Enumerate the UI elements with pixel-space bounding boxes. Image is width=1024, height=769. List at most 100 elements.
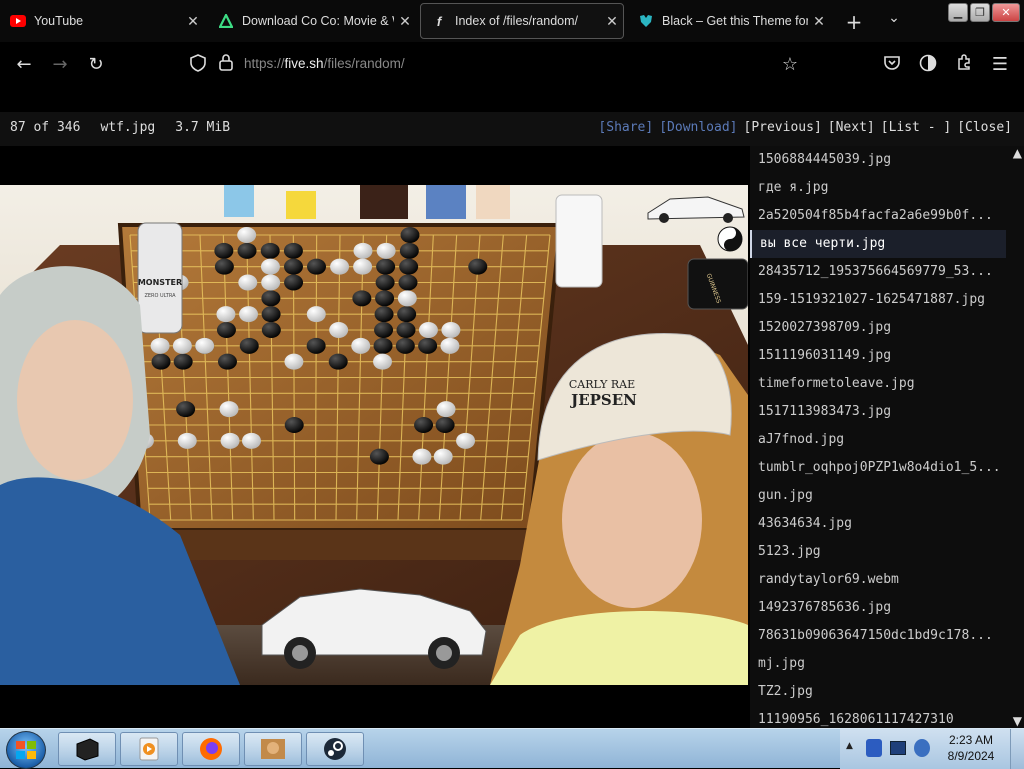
- close-button[interactable]: [Close]: [957, 120, 1012, 135]
- reload-icon[interactable]: ↻: [84, 54, 108, 76]
- go-stone: [397, 290, 417, 307]
- svg-text:MONSTER: MONSTER: [138, 278, 182, 287]
- file-list-item[interactable]: mj.jpg: [750, 650, 1008, 678]
- chevron-down-icon[interactable]: ⌄: [882, 10, 906, 26]
- file-list-item[interactable]: 1492376785636.jpg: [750, 594, 1008, 622]
- url-bar[interactable]: https://five.sh/files/random/: [244, 56, 405, 71]
- taskbar-app-box[interactable]: [244, 732, 302, 766]
- go-stone: [396, 322, 416, 338]
- tab-youtube[interactable]: YouTube ✕: [0, 3, 204, 39]
- go-stone: [375, 274, 395, 291]
- go-stone: [260, 242, 280, 259]
- taskbar-app-media[interactable]: [120, 732, 178, 766]
- file-list-item[interactable]: TZ2.jpg: [750, 678, 1008, 706]
- network-icon[interactable]: [914, 739, 930, 757]
- file-list-item[interactable]: 78631b09063647150dc1bd9c178...: [750, 622, 1008, 650]
- file-list-item[interactable]: 1506884445039.jpg: [750, 146, 1008, 174]
- go-stone: [376, 242, 396, 259]
- file-list-item[interactable]: tumblr_oqhpoj0PZP1w8o4dio1_5...: [750, 454, 1008, 482]
- close-icon[interactable]: ✕: [808, 13, 830, 30]
- tab-black-theme[interactable]: Black – Get this Theme for 🦊 ✕: [628, 3, 830, 39]
- file-list-item[interactable]: 1520027398709.jpg: [750, 314, 1008, 342]
- file-list-item[interactable]: вы все черти.jpg: [750, 230, 1006, 258]
- go-stone: [214, 242, 234, 259]
- go-stone: [219, 401, 239, 418]
- back-arrow-icon[interactable]: ←: [12, 54, 36, 76]
- new-tab-button[interactable]: +: [842, 10, 866, 34]
- go-stone: [468, 258, 488, 275]
- go-stone: [306, 337, 326, 354]
- go-stone: [238, 274, 258, 291]
- file-list-item[interactable]: timeformetoleave.jpg: [750, 370, 1008, 398]
- extensions-icon[interactable]: [952, 54, 976, 76]
- tab-title: Index of /files/random/: [455, 14, 578, 28]
- close-icon[interactable]: ✕: [601, 13, 623, 30]
- tray-expand-icon[interactable]: ▲: [846, 741, 853, 751]
- file-list-item[interactable]: gun.jpg: [750, 482, 1008, 510]
- menu-icon[interactable]: ☰: [988, 54, 1012, 76]
- dark-reader-icon[interactable]: [916, 54, 940, 76]
- forward-arrow-icon[interactable]: →: [48, 54, 72, 76]
- file-list-item[interactable]: 2a520504f85b4facfa2a6e99b0f...: [750, 202, 1008, 230]
- lock-icon[interactable]: [214, 54, 238, 76]
- clock[interactable]: 2:23 AM 8/9/2024: [935, 732, 1007, 764]
- go-stone: [373, 337, 393, 354]
- go-stone: [374, 306, 394, 323]
- file-list-item[interactable]: 1517113983473.jpg: [750, 398, 1008, 426]
- file-list-item[interactable]: aJ7fnod.jpg: [750, 426, 1008, 454]
- file-name: wtf.jpg: [100, 120, 156, 135]
- go-stone: [172, 337, 192, 354]
- file-list-item[interactable]: 5123.jpg: [750, 538, 1008, 566]
- taskbar-app-cube[interactable]: [58, 732, 116, 766]
- viewer-image[interactable]: MONSTER ZERO ULTRA GUINNESS CARLY RAE JE…: [0, 185, 748, 685]
- tab-bar: YouTube ✕ Download Co Co: Movie & W ✕ f …: [0, 0, 1024, 42]
- minimize-button[interactable]: ▁: [948, 3, 968, 22]
- show-desktop-button[interactable]: [1010, 729, 1024, 769]
- tab-index-files[interactable]: f Index of /files/random/ ✕: [420, 3, 624, 39]
- go-stone: [353, 258, 373, 275]
- go-stone: [328, 353, 348, 370]
- pocket-icon[interactable]: [880, 54, 904, 76]
- viewer-header: 87 of 346 wtf.jpg 3.7 MiB [Share] [Downl…: [0, 112, 1024, 146]
- scroll-down-icon[interactable]: ▼: [1013, 714, 1022, 728]
- svg-text:JEPSEN: JEPSEN: [569, 391, 637, 409]
- file-list: 1506884445039.jpg где я.jpg 2a520504f85b4f…: [750, 146, 1024, 728]
- download-link[interactable]: [Download]: [659, 120, 737, 135]
- close-icon[interactable]: ✕: [182, 13, 204, 30]
- start-button[interactable]: [6, 731, 46, 769]
- windows-logo-icon: [16, 741, 36, 759]
- go-stone: [239, 306, 259, 323]
- bookmark-star-icon[interactable]: ☆: [778, 54, 802, 76]
- go-stone: [177, 432, 197, 449]
- monitor-icon[interactable]: [890, 741, 906, 755]
- file-list-item[interactable]: 1511196031149.jpg: [750, 342, 1008, 370]
- taskbar-app-steam[interactable]: [306, 732, 364, 766]
- file-list-item[interactable]: 159-1519321027-1625471887.jpg: [750, 286, 1008, 314]
- close-icon[interactable]: ✕: [394, 13, 416, 30]
- tab-download-coco[interactable]: Download Co Co: Movie & W ✕: [208, 3, 416, 39]
- go-stone: [261, 306, 281, 323]
- file-size: 3.7 MiB: [175, 120, 231, 135]
- monster-can: MONSTER ZERO ULTRA: [137, 222, 183, 334]
- file-list-item[interactable]: 28435712_195375664569779_53...: [750, 258, 1008, 286]
- shield-icon[interactable]: [186, 54, 210, 76]
- go-stone: [307, 258, 327, 275]
- go-stone: [217, 353, 237, 370]
- next-button[interactable]: [Next]: [828, 120, 875, 135]
- tray-app-icon[interactable]: [866, 739, 882, 757]
- youtube-icon: [10, 13, 26, 29]
- go-stone: [195, 337, 215, 354]
- share-link[interactable]: [Share]: [598, 120, 653, 135]
- file-list-item[interactable]: 43634634.jpg: [750, 510, 1008, 538]
- close-window-button[interactable]: ✕: [992, 3, 1020, 22]
- file-list-item[interactable]: randytaylor69.webm: [750, 566, 1008, 594]
- maximize-button[interactable]: ❐: [970, 3, 990, 22]
- scroll-up-icon[interactable]: ▲: [1013, 146, 1022, 160]
- taskbar-app-firefox[interactable]: [182, 732, 240, 766]
- file-list-item[interactable]: 11190956_1628061117427310: [750, 706, 1008, 728]
- list-button[interactable]: [List - ]: [881, 120, 951, 135]
- go-stone: [399, 258, 419, 275]
- svg-text:ZERO ULTRA: ZERO ULTRA: [144, 293, 176, 299]
- file-list-item[interactable]: где я.jpg: [750, 174, 1008, 202]
- previous-button[interactable]: [Previous]: [744, 120, 822, 135]
